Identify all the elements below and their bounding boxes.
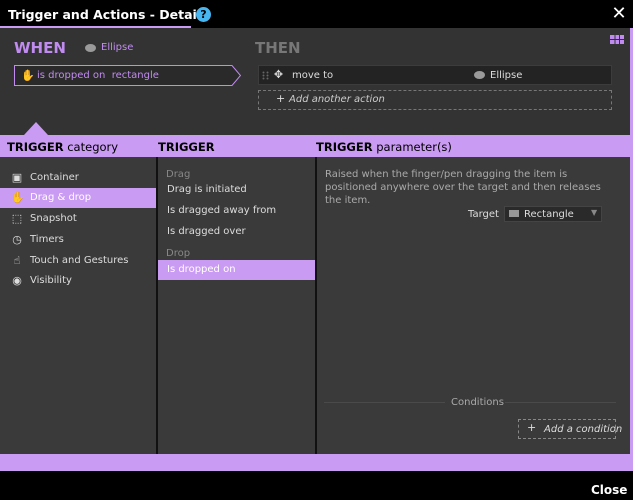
- footer-band: [0, 454, 633, 471]
- ellipse-icon: [85, 44, 96, 52]
- category-column-header: TRIGGER category: [7, 140, 119, 154]
- container-icon: ▣: [11, 171, 23, 184]
- category-item-visibility[interactable]: ◉ Visibility: [0, 271, 156, 291]
- close-button[interactable]: Close: [591, 483, 627, 497]
- add-action-label: Add another action: [289, 94, 385, 105]
- eye-icon: ◉: [12, 274, 22, 287]
- pointer-notch: [24, 122, 48, 135]
- ellipse-icon: [474, 71, 485, 79]
- when-trigger-text[interactable]: is dropped on rectangle: [37, 70, 159, 81]
- category-item-drag-drop[interactable]: ✋ Drag & drop: [0, 188, 156, 208]
- target-value: Rectangle: [524, 209, 574, 220]
- snapshot-icon: ⬚: [11, 212, 23, 225]
- when-trigger-action: is dropped on: [37, 70, 106, 81]
- drag-handle-icon[interactable]: [262, 71, 269, 80]
- trigger-item-selected[interactable]: Is dropped on: [158, 260, 315, 280]
- rectangle-icon: [509, 210, 519, 217]
- when-target[interactable]: Ellipse: [101, 42, 133, 53]
- trigger-item[interactable]: Is dragged away from: [158, 201, 315, 221]
- footer-bar: [0, 471, 633, 500]
- category-item-timers[interactable]: ◷ Timers: [0, 230, 156, 250]
- move-icon: ✥: [273, 68, 284, 81]
- trigger-column-header: TRIGGER: [158, 140, 215, 154]
- when-trigger-target: rectangle: [111, 70, 159, 81]
- trigger-group-drag: Drag: [166, 169, 191, 180]
- action-target[interactable]: Ellipse: [490, 70, 522, 81]
- then-label: THEN: [255, 39, 301, 57]
- hand-icon: ☝: [13, 254, 21, 267]
- trigger-group-drop: Drop: [166, 248, 191, 259]
- target-label: Target: [468, 209, 499, 220]
- chevron-down-icon: ▼: [591, 208, 598, 217]
- drag-drop-icon: ✋: [21, 69, 35, 82]
- timer-icon: ◷: [12, 233, 22, 246]
- window-title: Trigger and Actions - Details: [8, 7, 209, 22]
- action-label: move to: [292, 70, 334, 81]
- params-column-header: TRIGGER parameter(s): [316, 140, 452, 154]
- conditions-label: Conditions: [451, 397, 504, 408]
- trigger-item[interactable]: Drag is initiated: [158, 180, 315, 200]
- help-icon[interactable]: ?: [196, 7, 211, 22]
- when-label: WHEN: [14, 39, 66, 57]
- trigger-description: Raised when the finger/pen dragging the …: [325, 169, 601, 206]
- close-icon[interactable]: ✕: [609, 4, 629, 24]
- plus-icon: +: [527, 421, 537, 434]
- category-item-touch-gestures[interactable]: ☝ Touch and Gestures: [0, 251, 156, 271]
- trigger-item[interactable]: Is dragged over: [158, 222, 315, 242]
- add-condition-label: Add a condition: [544, 424, 623, 435]
- divider: [505, 402, 616, 403]
- drag-drop-icon: ✋: [11, 191, 25, 204]
- grid-icon[interactable]: [610, 35, 624, 44]
- category-item-snapshot[interactable]: ⬚ Snapshot: [0, 209, 156, 229]
- divider: [324, 402, 445, 403]
- plus-icon: +: [276, 92, 286, 105]
- category-item-container[interactable]: ▣ Container: [0, 168, 156, 188]
